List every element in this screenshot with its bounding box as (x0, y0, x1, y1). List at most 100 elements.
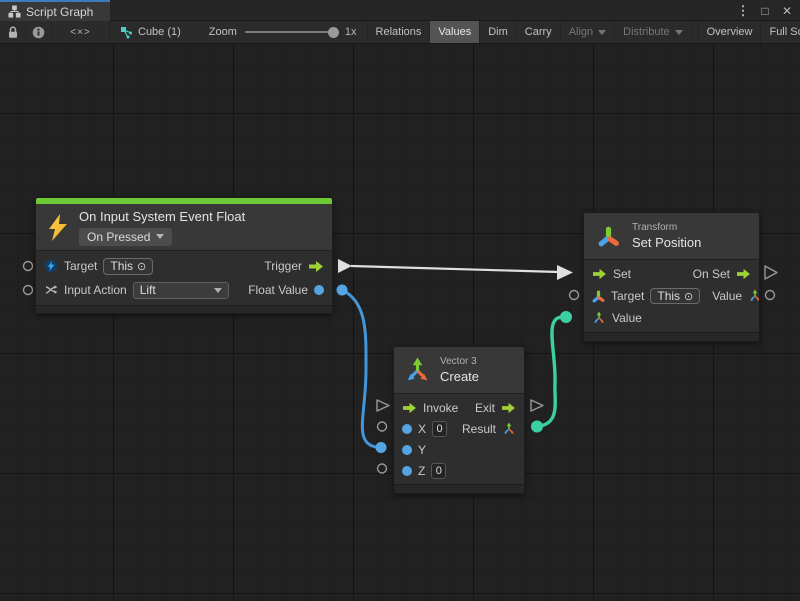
tab-title: Script Graph (26, 5, 93, 19)
y-label: Y (418, 443, 426, 457)
script-graph-icon (120, 26, 133, 39)
lock-button[interactable] (0, 21, 26, 43)
vector3-icon (404, 357, 431, 384)
y-row: Y (394, 439, 524, 460)
target-row: Target This ⊙ Value (584, 285, 759, 307)
event-floatvalue-out-port[interactable] (337, 285, 348, 296)
event-target-port[interactable] (24, 262, 33, 271)
node-footer (394, 484, 524, 493)
window-maximize-button[interactable]: □ (756, 4, 774, 18)
distribute-dropdown[interactable]: Distribute (615, 21, 691, 43)
vector3-result-out-port[interactable] (531, 421, 543, 433)
setposition-value-in-port[interactable] (560, 311, 572, 323)
wire-trigger-arrowhead (557, 265, 573, 280)
align-dropdown[interactable]: Align (561, 21, 615, 43)
result-label: Result (462, 422, 496, 436)
lightning-bolt-icon (48, 214, 68, 241)
overview-button[interactable]: Overview (698, 21, 762, 43)
chevron-down-icon (598, 30, 606, 35)
tab-script-graph[interactable]: Script Graph (0, 0, 110, 21)
object-picker-icon[interactable]: ⊙ (137, 260, 146, 273)
x-label: X (418, 422, 426, 436)
setposition-value-out-port[interactable] (766, 291, 775, 300)
window-menu-button[interactable]: ⋮ (734, 3, 752, 19)
invoke-row: Invoke Exit (394, 397, 524, 418)
graph-breadcrumb[interactable]: Cube (1) (110, 21, 191, 43)
target-field[interactable]: This ⊙ (103, 258, 153, 275)
graph-name: Cube (1) (138, 26, 181, 38)
wire-result-to-value[interactable] (537, 317, 564, 427)
vector3-mini-icon (592, 311, 606, 325)
vector3-x-port[interactable] (378, 422, 387, 431)
input-action-dropdown[interactable]: Lift (133, 282, 229, 299)
input-action-icon (44, 283, 58, 297)
node-footer (584, 332, 759, 341)
carry-button[interactable]: Carry (517, 21, 561, 43)
window-titlebar: Script Graph ⋮ □ ✕ (0, 0, 800, 21)
zoom-slider-handle[interactable] (328, 27, 339, 38)
control-arrow-icon (592, 268, 607, 280)
x-row: X 0 Result (394, 418, 524, 439)
graph-tab-icon (8, 5, 21, 18)
values-button[interactable]: Values (430, 21, 480, 43)
lock-icon (7, 26, 19, 39)
value-in-label: Value (612, 311, 642, 325)
event-input-action-port[interactable] (24, 286, 33, 295)
control-arrow-icon (308, 260, 324, 273)
input-action-label: Input Action (64, 283, 127, 297)
event-trigger-out-port[interactable] (338, 259, 352, 273)
setposition-onset-port[interactable] (765, 266, 777, 279)
chevron-down-icon (675, 30, 683, 35)
relations-button[interactable]: Relations (367, 21, 431, 43)
node-title: On Input System Event Float (79, 209, 245, 224)
event-target-row: Target This ⊙ Trigger (36, 254, 332, 278)
transform-mini-icon (592, 290, 605, 303)
control-arrow-icon (736, 268, 751, 280)
vector3-z-port[interactable] (378, 464, 387, 473)
float-port-icon (402, 424, 412, 434)
dim-button[interactable]: Dim (480, 21, 517, 43)
vector3-mini-icon (748, 289, 760, 303)
exit-label: Exit (475, 401, 495, 415)
window-close-button[interactable]: ✕ (778, 4, 796, 18)
float-port-icon (402, 445, 412, 455)
node-title: Set Position (632, 235, 701, 250)
inspect-button[interactable] (26, 21, 52, 43)
code-preview-button[interactable]: <×> (52, 21, 110, 43)
info-icon (32, 26, 45, 39)
zoom-label: Zoom (209, 26, 237, 38)
graph-toolbar: <×> Cube (1) Zoom 1x Relations Values Di… (0, 21, 800, 44)
node-title: Create (440, 369, 479, 384)
z-row: Z 0 (394, 460, 524, 481)
x-value-field[interactable]: 0 (432, 421, 447, 437)
node-category: Vector 3 (440, 356, 479, 367)
wire-trigger-to-set[interactable] (351, 266, 559, 272)
set-label: Set (613, 267, 631, 281)
zoom-slider[interactable] (245, 31, 337, 33)
chevron-down-icon (214, 288, 222, 293)
on-set-label: On Set (693, 267, 730, 281)
value-row: Value (584, 307, 759, 329)
target-field[interactable]: This ⊙ (650, 288, 700, 304)
chevron-down-icon (156, 234, 164, 239)
z-value-field[interactable]: 0 (431, 463, 446, 479)
z-label: Z (418, 464, 425, 478)
zoom-level: 1x (345, 26, 357, 38)
node-on-input-system-event-float[interactable]: On Input System Event Float On Pressed T… (35, 197, 333, 314)
wire-floatvalue-to-y[interactable] (342, 290, 379, 448)
node-vector3-create[interactable]: Vector 3 Create Invoke Exit X 0 (393, 346, 525, 494)
event-mode-dropdown[interactable]: On Pressed (79, 228, 172, 246)
graph-canvas[interactable]: On Input System Event Float On Pressed T… (0, 44, 800, 601)
object-picker-icon[interactable]: ⊙ (684, 290, 693, 303)
value-out-label: Value (712, 289, 742, 303)
float-value-label: Float Value (248, 283, 308, 297)
target-label: Target (64, 259, 97, 273)
vector3-exit-port[interactable] (531, 400, 543, 411)
vector3-invoke-port[interactable] (377, 400, 389, 411)
setposition-target-port[interactable] (570, 291, 579, 300)
vector3-y-port[interactable] (376, 442, 387, 453)
node-category: Transform (632, 222, 701, 233)
full-screen-button[interactable]: Full Screen (761, 21, 800, 43)
node-set-position[interactable]: Transform Set Position Set On Set (583, 212, 760, 342)
float-port-icon (402, 466, 412, 476)
